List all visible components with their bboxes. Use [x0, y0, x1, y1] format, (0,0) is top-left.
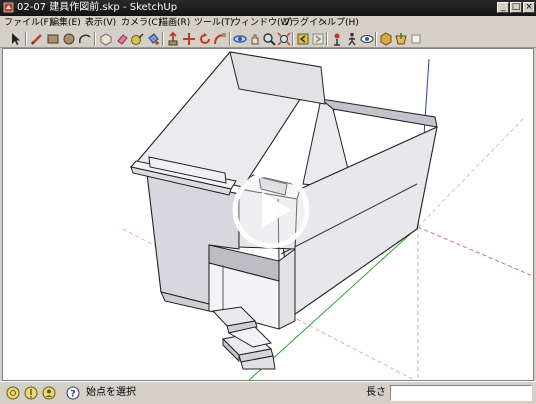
toolbar: [0, 30, 536, 48]
arc-icon[interactable]: [78, 32, 92, 46]
help-icon[interactable]: ?: [66, 386, 80, 400]
minimize-button[interactable]: _: [497, 2, 509, 13]
rotate-icon[interactable]: [198, 32, 212, 46]
rectangle-icon[interactable]: [46, 32, 60, 46]
menu-camera[interactable]: カメラ(C): [121, 16, 161, 30]
get-models-icon[interactable]: [379, 32, 393, 46]
status-hint: 始点を選択: [86, 387, 136, 398]
push-pull-icon[interactable]: [166, 32, 180, 46]
menu-tools[interactable]: ツール(T): [194, 16, 234, 30]
close-button[interactable]: ×: [523, 2, 535, 13]
geo-location-icon[interactable]: [6, 386, 20, 400]
menu-view[interactable]: 表示(V): [85, 16, 116, 30]
toolbar-separator: [162, 32, 164, 46]
next-view-icon[interactable]: [311, 32, 325, 46]
toolbar-separator: [94, 32, 96, 46]
pan-icon[interactable]: [248, 32, 262, 46]
toolbar-separator: [375, 32, 377, 46]
measurements-input[interactable]: [390, 385, 532, 401]
window-title: 02-07 建具作図前.skp - SketchUp: [17, 2, 178, 13]
toolbar-separator: [326, 32, 328, 46]
sketchup-logo-icon: [3, 2, 14, 13]
maximize-button[interactable]: □: [510, 2, 522, 13]
components-icon[interactable]: [409, 32, 423, 46]
menu-help[interactable]: ヘルプ(H): [318, 16, 359, 30]
make-component-icon[interactable]: [99, 32, 113, 46]
red-axis-negative: [417, 226, 533, 277]
toolbar-separator: [229, 32, 231, 46]
title-bar: 02-07 建具作図前.skp - SketchUp _ □ ×: [0, 0, 536, 16]
user-account-icon[interactable]: [42, 386, 56, 400]
menu-draw[interactable]: 描画(R): [159, 16, 190, 30]
play-button-icon[interactable]: [231, 170, 311, 250]
walk-icon[interactable]: [345, 32, 359, 46]
paint-bucket-icon[interactable]: [146, 32, 160, 46]
menu-bar: ファイル(F) 編集(E) 表示(V) カメラ(C) 描画(R) ツール(T) …: [0, 16, 536, 30]
status-bar: ? 始点を選択 長さ: [0, 381, 536, 404]
toolbar-separator: [292, 32, 294, 46]
svg-text:?: ?: [70, 390, 75, 400]
zoom-extents-icon[interactable]: [277, 32, 291, 46]
credits-icon[interactable]: [24, 386, 38, 400]
menu-file[interactable]: ファイル(F): [4, 16, 52, 30]
position-camera-icon[interactable]: [330, 32, 344, 46]
toolbar-separator: [25, 32, 27, 46]
select-icon[interactable]: [9, 32, 23, 46]
share-model-icon[interactable]: [394, 32, 408, 46]
move-icon[interactable]: [182, 32, 196, 46]
model-viewport[interactable]: [2, 48, 534, 381]
eraser-icon[interactable]: [115, 32, 129, 46]
follow-me-icon[interactable]: [213, 32, 227, 46]
rear-roof: [319, 98, 438, 128]
look-around-icon[interactable]: [360, 32, 374, 46]
circle-icon[interactable]: [62, 32, 76, 46]
prev-view-icon[interactable]: [296, 32, 310, 46]
column: [278, 248, 296, 330]
measurements-label: 長さ: [366, 387, 386, 398]
orbit-icon[interactable]: [233, 32, 247, 46]
pencil-line-icon[interactable]: [30, 32, 44, 46]
tape-measure-icon[interactable]: [130, 32, 144, 46]
menu-edit[interactable]: 編集(E): [50, 16, 81, 30]
zoom-icon[interactable]: [262, 32, 276, 46]
